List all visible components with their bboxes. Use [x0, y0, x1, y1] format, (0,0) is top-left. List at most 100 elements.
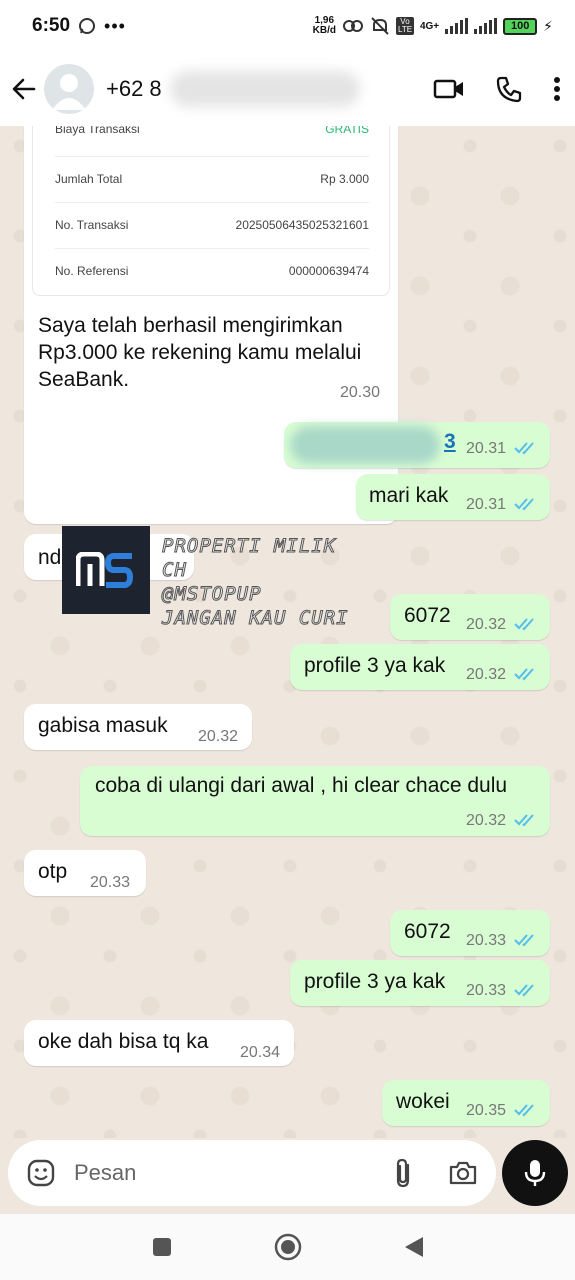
message-text: gabisa masuk — [38, 714, 168, 737]
receipt-row: No. Transaksi 20250506435025321601 — [55, 218, 369, 232]
home-icon[interactable] — [273, 1232, 303, 1262]
watermark-line: @MSTOPUP — [162, 583, 262, 606]
receipt-row-value: GRATIS — [325, 126, 369, 136]
status-time: 6:50 — [32, 15, 71, 36]
receipt-row: No. Referensi 000000639474 — [55, 264, 369, 278]
network-type: 4G+ — [419, 20, 440, 32]
receipt-row-value: 20250506435025321601 — [235, 218, 369, 232]
message-bubble-incoming[interactable]: gabisa masuk 20.32 — [24, 704, 252, 750]
receipt-row-label: No. Transaksi — [55, 218, 129, 232]
receipt-divider — [55, 202, 369, 203]
message-time: 20.33 — [466, 932, 507, 949]
mic-button[interactable] — [502, 1140, 568, 1206]
read-ticks-icon — [514, 934, 534, 947]
read-ticks-icon — [514, 814, 534, 827]
message-bubble-outgoing[interactable]: 6072 20.33 — [390, 910, 550, 956]
chat-header: +62 8 — [0, 52, 575, 126]
volte-badge: Vo LTE — [395, 17, 414, 35]
signal-2-icon — [474, 18, 498, 34]
message-time: 20.33 — [466, 982, 507, 999]
message-bubble-outgoing[interactable]: 6072 20.32 — [390, 594, 550, 640]
message-time: 20.31 — [466, 440, 507, 457]
receipt-image[interactable]: Biaya Transaksi GRATIS Jumlah Total Rp 3… — [32, 126, 390, 296]
message-bubble-outgoing[interactable]: mari kak 20.31 — [356, 474, 550, 520]
message-bubble-incoming[interactable]: oke dah bisa tq ka 20.34 — [24, 1020, 294, 1066]
system-nav-bar — [0, 1214, 575, 1280]
receipt-divider — [55, 248, 369, 249]
phone-icon[interactable] — [495, 75, 523, 103]
message-bubble-outgoing[interactable]: coba di ulangi dari awal , hi clear chac… — [80, 766, 550, 836]
watermark-logo — [62, 526, 150, 614]
emoji-icon[interactable] — [26, 1158, 56, 1188]
message-bubble-outgoing[interactable]: 3 20.31 — [284, 422, 550, 468]
message-bubble-outgoing[interactable]: profile 3 ya kak 20.32 — [290, 644, 550, 690]
message-bubble-incoming[interactable]: otp 20.33 — [24, 850, 146, 896]
net-speed-unit: KB/d — [312, 25, 336, 36]
message-text: 6072 — [404, 604, 451, 627]
message-time: 20.32 — [466, 812, 507, 829]
back-icon[interactable] — [403, 1235, 425, 1259]
more-notifications-icon: ••• — [104, 15, 126, 36]
mic-icon — [524, 1160, 546, 1186]
message-text: oke dah bisa tq ka — [38, 1030, 209, 1053]
message-time: 20.32 — [466, 616, 507, 633]
message-text: profile 3 ya kak — [304, 654, 446, 677]
receipt-row-value: 000000639474 — [288, 264, 369, 278]
receipt-row-value: Rp 3.000 — [320, 172, 369, 186]
message-time: 20.30 — [340, 384, 381, 401]
message-time: 20.32 — [466, 666, 507, 683]
signal-icon — [445, 18, 469, 34]
recents-icon[interactable] — [151, 1236, 173, 1258]
attach-icon[interactable] — [392, 1157, 414, 1189]
message-time: 20.31 — [466, 496, 507, 513]
read-ticks-icon — [514, 618, 534, 631]
message-time: 20.32 — [198, 728, 239, 745]
message-text: mari kak — [369, 484, 449, 507]
watermark: PROPERTI MILIK CH @MSTOPUP JANGAN KAU CU… — [62, 526, 352, 630]
message-text: 6072 — [404, 920, 451, 943]
message-text: profile 3 ya kak — [304, 970, 446, 993]
status-bar: 6:50 ••• 1,96 KB/d Vo LTE 4G+ 100 ⚡ — [0, 0, 575, 52]
redacted-text — [290, 426, 440, 464]
more-vert-icon[interactable] — [553, 76, 561, 102]
read-ticks-icon — [514, 498, 534, 511]
message-bubble-outgoing[interactable]: wokei 20.35 — [382, 1080, 550, 1126]
receipt-row: Biaya Transaksi GRATIS — [55, 126, 369, 136]
avatar[interactable] — [44, 64, 94, 114]
message-input-bar[interactable]: Pesan — [8, 1140, 496, 1206]
read-ticks-icon — [514, 668, 534, 681]
message-text: 3 — [444, 430, 456, 453]
contact-name[interactable]: +62 8 — [106, 76, 162, 102]
net-speed: 1,96 KB/d — [313, 16, 336, 36]
chat-area[interactable]: Biaya Transaksi GRATIS Jumlah Total Rp 3… — [0, 126, 575, 1138]
message-time: 20.33 — [90, 874, 131, 891]
back-arrow-icon[interactable] — [10, 75, 38, 103]
receipt-row-label: No. Referensi — [55, 264, 129, 278]
message-text: coba di ulangi dari awal , hi clear chac… — [95, 774, 508, 797]
receipt-row-label: Biaya Transaksi — [55, 126, 140, 136]
receipt-row-label: Jumlah Total — [55, 172, 123, 186]
battery-indicator: 100 — [503, 17, 538, 35]
read-ticks-icon — [514, 442, 534, 455]
watermark-text: PROPERTI MILIK CH @MSTOPUP JANGAN KAU CU… — [162, 534, 352, 630]
read-ticks-icon — [514, 1104, 534, 1117]
message-input[interactable]: Pesan — [74, 1160, 136, 1186]
ms-logo-icon — [76, 552, 134, 588]
message-time: 20.34 — [240, 1044, 281, 1061]
watermark-line: PROPERTI MILIK CH — [162, 535, 337, 582]
message-bubble-outgoing[interactable]: profile 3 ya kak 20.33 — [290, 960, 550, 1006]
camera-icon[interactable] — [448, 1160, 478, 1186]
redacted-name — [169, 71, 360, 107]
message-text: Saya telah berhasil mengirimkan Rp3.000 … — [38, 314, 362, 391]
receipt-row: Jumlah Total Rp 3.000 — [55, 172, 369, 186]
mute-icon — [371, 17, 389, 35]
hotspot-icon — [342, 20, 363, 32]
whatsapp-notification-icon — [79, 18, 96, 34]
charging-icon: ⚡ — [543, 17, 553, 34]
default-avatar-icon — [52, 74, 86, 110]
read-ticks-icon — [514, 984, 534, 997]
message-time: 20.35 — [466, 1102, 507, 1119]
watermark-line: JANGAN KAU CURI — [162, 607, 349, 630]
receipt-divider — [55, 156, 369, 157]
video-call-icon[interactable] — [433, 76, 465, 102]
